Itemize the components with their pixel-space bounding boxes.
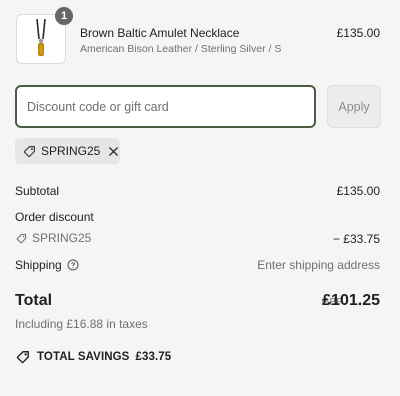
help-icon[interactable]	[67, 259, 79, 271]
product-variant: American Bison Leather / Sterling Silver…	[80, 43, 282, 55]
order-discount-value: − £33.75	[332, 232, 380, 246]
tag-icon	[23, 145, 36, 158]
product-name: Brown Baltic Amulet Necklace	[80, 26, 240, 40]
subtotal-value: £135.00	[336, 184, 380, 198]
applied-discount-chip: SPRING25	[15, 138, 120, 164]
apply-button[interactable]: Apply	[327, 85, 381, 128]
quantity-badge: 1	[55, 7, 73, 25]
tag-icon	[16, 233, 27, 244]
total-label: Total	[15, 292, 53, 309]
taxes-note: Including £16.88 in taxes	[15, 317, 148, 331]
total-value: £101.25	[322, 292, 380, 309]
product-price: £135.00	[336, 26, 380, 40]
shipping-value: Enter shipping address	[257, 258, 380, 272]
order-discount-label: Order discount	[15, 210, 94, 224]
discount-code-input[interactable]	[15, 85, 316, 128]
total-savings: TOTAL SAVINGS £33.75	[16, 350, 171, 364]
savings-value: £33.75	[135, 351, 172, 363]
subtotal-label: Subtotal	[15, 184, 60, 198]
shipping-row: Shipping	[15, 258, 79, 272]
shipping-label: Shipping	[15, 258, 62, 272]
close-icon[interactable]	[108, 146, 119, 157]
applied-discount-code: SPRING25	[41, 144, 101, 158]
order-discount-code: SPRING25	[32, 231, 92, 245]
savings-tag-icon	[16, 350, 30, 364]
savings-label: TOTAL SAVINGS	[37, 351, 130, 363]
order-discount-code-row: SPRING25	[16, 231, 91, 245]
